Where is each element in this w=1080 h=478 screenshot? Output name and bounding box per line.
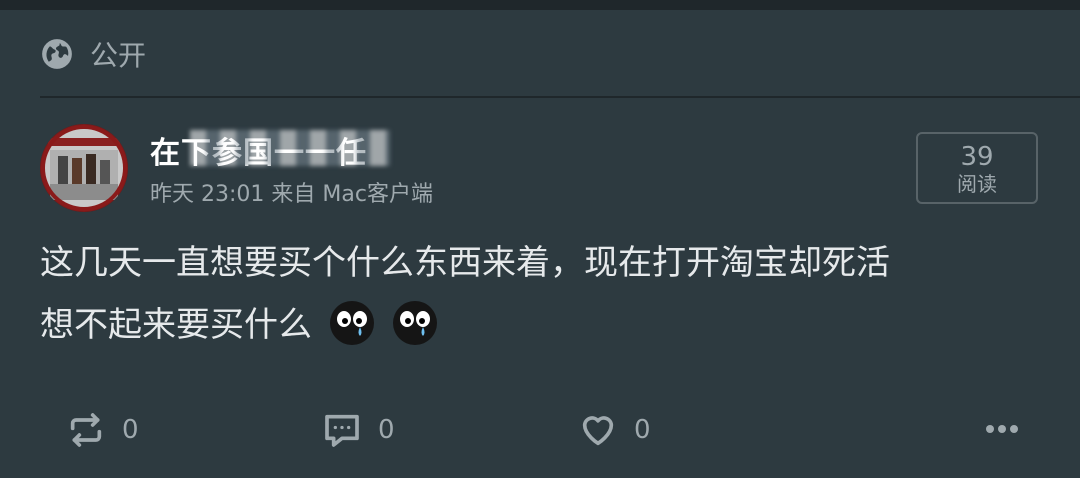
comment-count: 0 xyxy=(378,415,395,445)
avatar[interactable] xyxy=(40,124,128,212)
more-options-icon[interactable] xyxy=(982,414,1022,444)
like-count: 0 xyxy=(634,415,651,445)
read-label: 阅读 xyxy=(957,172,997,196)
visibility-label: 公开 xyxy=(90,39,147,72)
name-mosaic xyxy=(190,130,390,166)
like-button[interactable]: 0 xyxy=(578,404,651,456)
comment-icon xyxy=(325,414,359,447)
avatar-image xyxy=(40,124,128,212)
post-content: 这几天一直想要买个什么东西来着，现在打开淘宝却死活 想不起来要买什么 xyxy=(40,232,1050,356)
top-bar xyxy=(0,0,1080,10)
heart-icon xyxy=(582,416,614,446)
content-line: 这几天一直想要买个什么东西来着，现在打开淘宝却死活 xyxy=(40,243,890,283)
content-line-text: 想不起来要买什么 xyxy=(40,305,312,345)
crying-face-icon xyxy=(329,301,374,345)
crying-face-icon xyxy=(392,301,437,345)
visibility-row[interactable]: 公开 xyxy=(40,32,146,76)
post-meta: 昨天 23:01 来自 Mac客户端 xyxy=(150,182,433,207)
comment-button[interactable]: 0 xyxy=(322,404,395,456)
read-count: 39 xyxy=(960,142,994,172)
divider xyxy=(40,96,1080,98)
repost-icon xyxy=(70,413,102,447)
globe-icon xyxy=(42,39,72,69)
read-count-badge: 39 阅读 xyxy=(916,132,1038,204)
action-bar: 0 0 0 xyxy=(0,404,1080,456)
repost-button[interactable]: 0 xyxy=(66,404,139,456)
content-line-2: 想不起来要买什么 xyxy=(40,294,1050,356)
repost-count: 0 xyxy=(122,415,139,445)
